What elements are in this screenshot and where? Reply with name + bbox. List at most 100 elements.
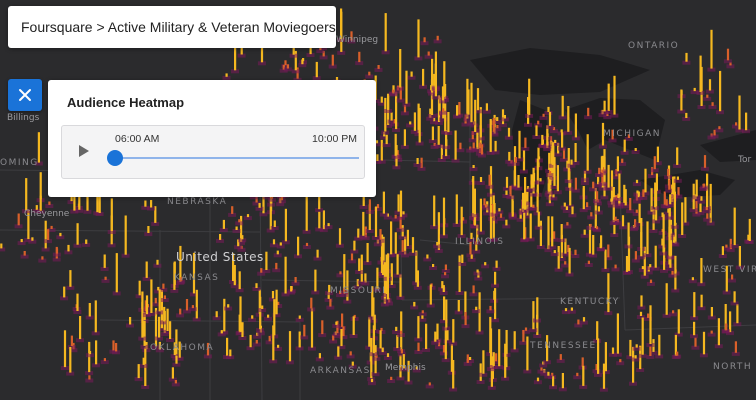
heat-column (665, 199, 668, 206)
heat-column (634, 251, 637, 260)
heat-column (422, 68, 425, 86)
heatmap-map[interactable] (0, 0, 756, 400)
heat-column (684, 197, 687, 223)
heat-column (546, 141, 549, 146)
heat-column (238, 271, 241, 290)
heat-column (667, 168, 670, 177)
heat-column (532, 204, 535, 208)
heat-column (607, 83, 610, 111)
heat-column (69, 270, 72, 287)
heat-column (576, 372, 579, 377)
heat-column (547, 216, 550, 250)
heat-column (104, 276, 107, 280)
heat-column (390, 376, 393, 380)
heat-column (610, 198, 613, 202)
heat-column (592, 235, 595, 255)
heat-column (400, 349, 403, 354)
heat-column (567, 106, 570, 132)
heat-column (536, 158, 539, 194)
map-label-illinois: ILLINOIS (455, 237, 505, 247)
heat-column (301, 59, 304, 65)
heat-column (437, 126, 440, 145)
heat-column (95, 340, 98, 365)
heat-column (358, 258, 361, 271)
heat-column (426, 254, 429, 259)
heat-column (368, 71, 371, 76)
heat-column (508, 151, 511, 161)
heat-column (249, 334, 252, 348)
heat-column (396, 335, 399, 349)
heat-column (339, 271, 342, 275)
heat-column (442, 285, 445, 292)
heat-column (255, 283, 258, 288)
heat-column (700, 196, 703, 201)
heat-column (472, 165, 475, 168)
heat-column (547, 371, 550, 376)
heat-column (476, 132, 479, 150)
heat-column (443, 296, 446, 321)
heat-column (479, 177, 483, 182)
heat-column (574, 249, 577, 255)
heat-column (447, 112, 450, 133)
heat-column (370, 378, 374, 383)
heat-column (703, 183, 706, 187)
heat-column (337, 346, 340, 357)
heat-column (563, 202, 566, 207)
heat-column (474, 99, 477, 132)
heat-column (524, 177, 527, 210)
heat-column (241, 322, 244, 337)
heat-column (397, 194, 400, 212)
heat-column (445, 299, 448, 328)
time-player: 06:00 AM 10:00 PM (61, 125, 365, 179)
heat-column (551, 216, 554, 247)
heat-column (470, 82, 473, 123)
time-slider-thumb[interactable] (107, 150, 123, 166)
heat-column (314, 269, 317, 292)
heat-column (315, 61, 318, 78)
heat-column (391, 89, 395, 93)
heat-column (668, 179, 671, 190)
heat-column (41, 256, 44, 260)
heat-column (406, 229, 409, 246)
map-label-oming: OMING (0, 158, 39, 168)
heat-column (223, 298, 226, 332)
heat-column (115, 253, 118, 293)
heat-column (643, 246, 646, 276)
close-button[interactable] (8, 79, 42, 111)
time-slider-track[interactable] (115, 157, 359, 159)
heat-column (504, 343, 507, 378)
heat-column (649, 264, 652, 268)
heat-column (634, 148, 637, 151)
heat-column (402, 211, 405, 215)
heat-column (649, 346, 652, 356)
heat-column (635, 179, 639, 184)
heat-column (288, 331, 292, 362)
heat-column (736, 304, 739, 324)
heat-column (530, 174, 533, 189)
heat-column (673, 191, 676, 226)
heat-column (703, 155, 707, 168)
heat-column (103, 254, 106, 268)
heat-column (329, 299, 332, 307)
heat-column (400, 330, 403, 334)
heat-column (251, 315, 254, 319)
map-label-kentucky: KENTUCKY (560, 297, 620, 307)
heat-column (357, 228, 360, 238)
heat-column (445, 139, 448, 147)
heat-column (603, 149, 606, 184)
heat-column (705, 207, 708, 211)
heat-column (663, 191, 666, 206)
heat-column (390, 263, 393, 285)
heat-column (455, 194, 458, 224)
heat-column (96, 196, 99, 213)
map-label-north-caro: NORTH CARO (713, 362, 756, 372)
heat-column (677, 309, 680, 334)
heat-column (708, 79, 712, 91)
heat-column (39, 172, 42, 211)
heat-column (604, 249, 607, 269)
heat-column (536, 377, 540, 382)
play-icon[interactable] (79, 145, 89, 157)
heat-column (570, 159, 573, 165)
heat-column (276, 250, 279, 255)
heat-column (63, 330, 67, 368)
